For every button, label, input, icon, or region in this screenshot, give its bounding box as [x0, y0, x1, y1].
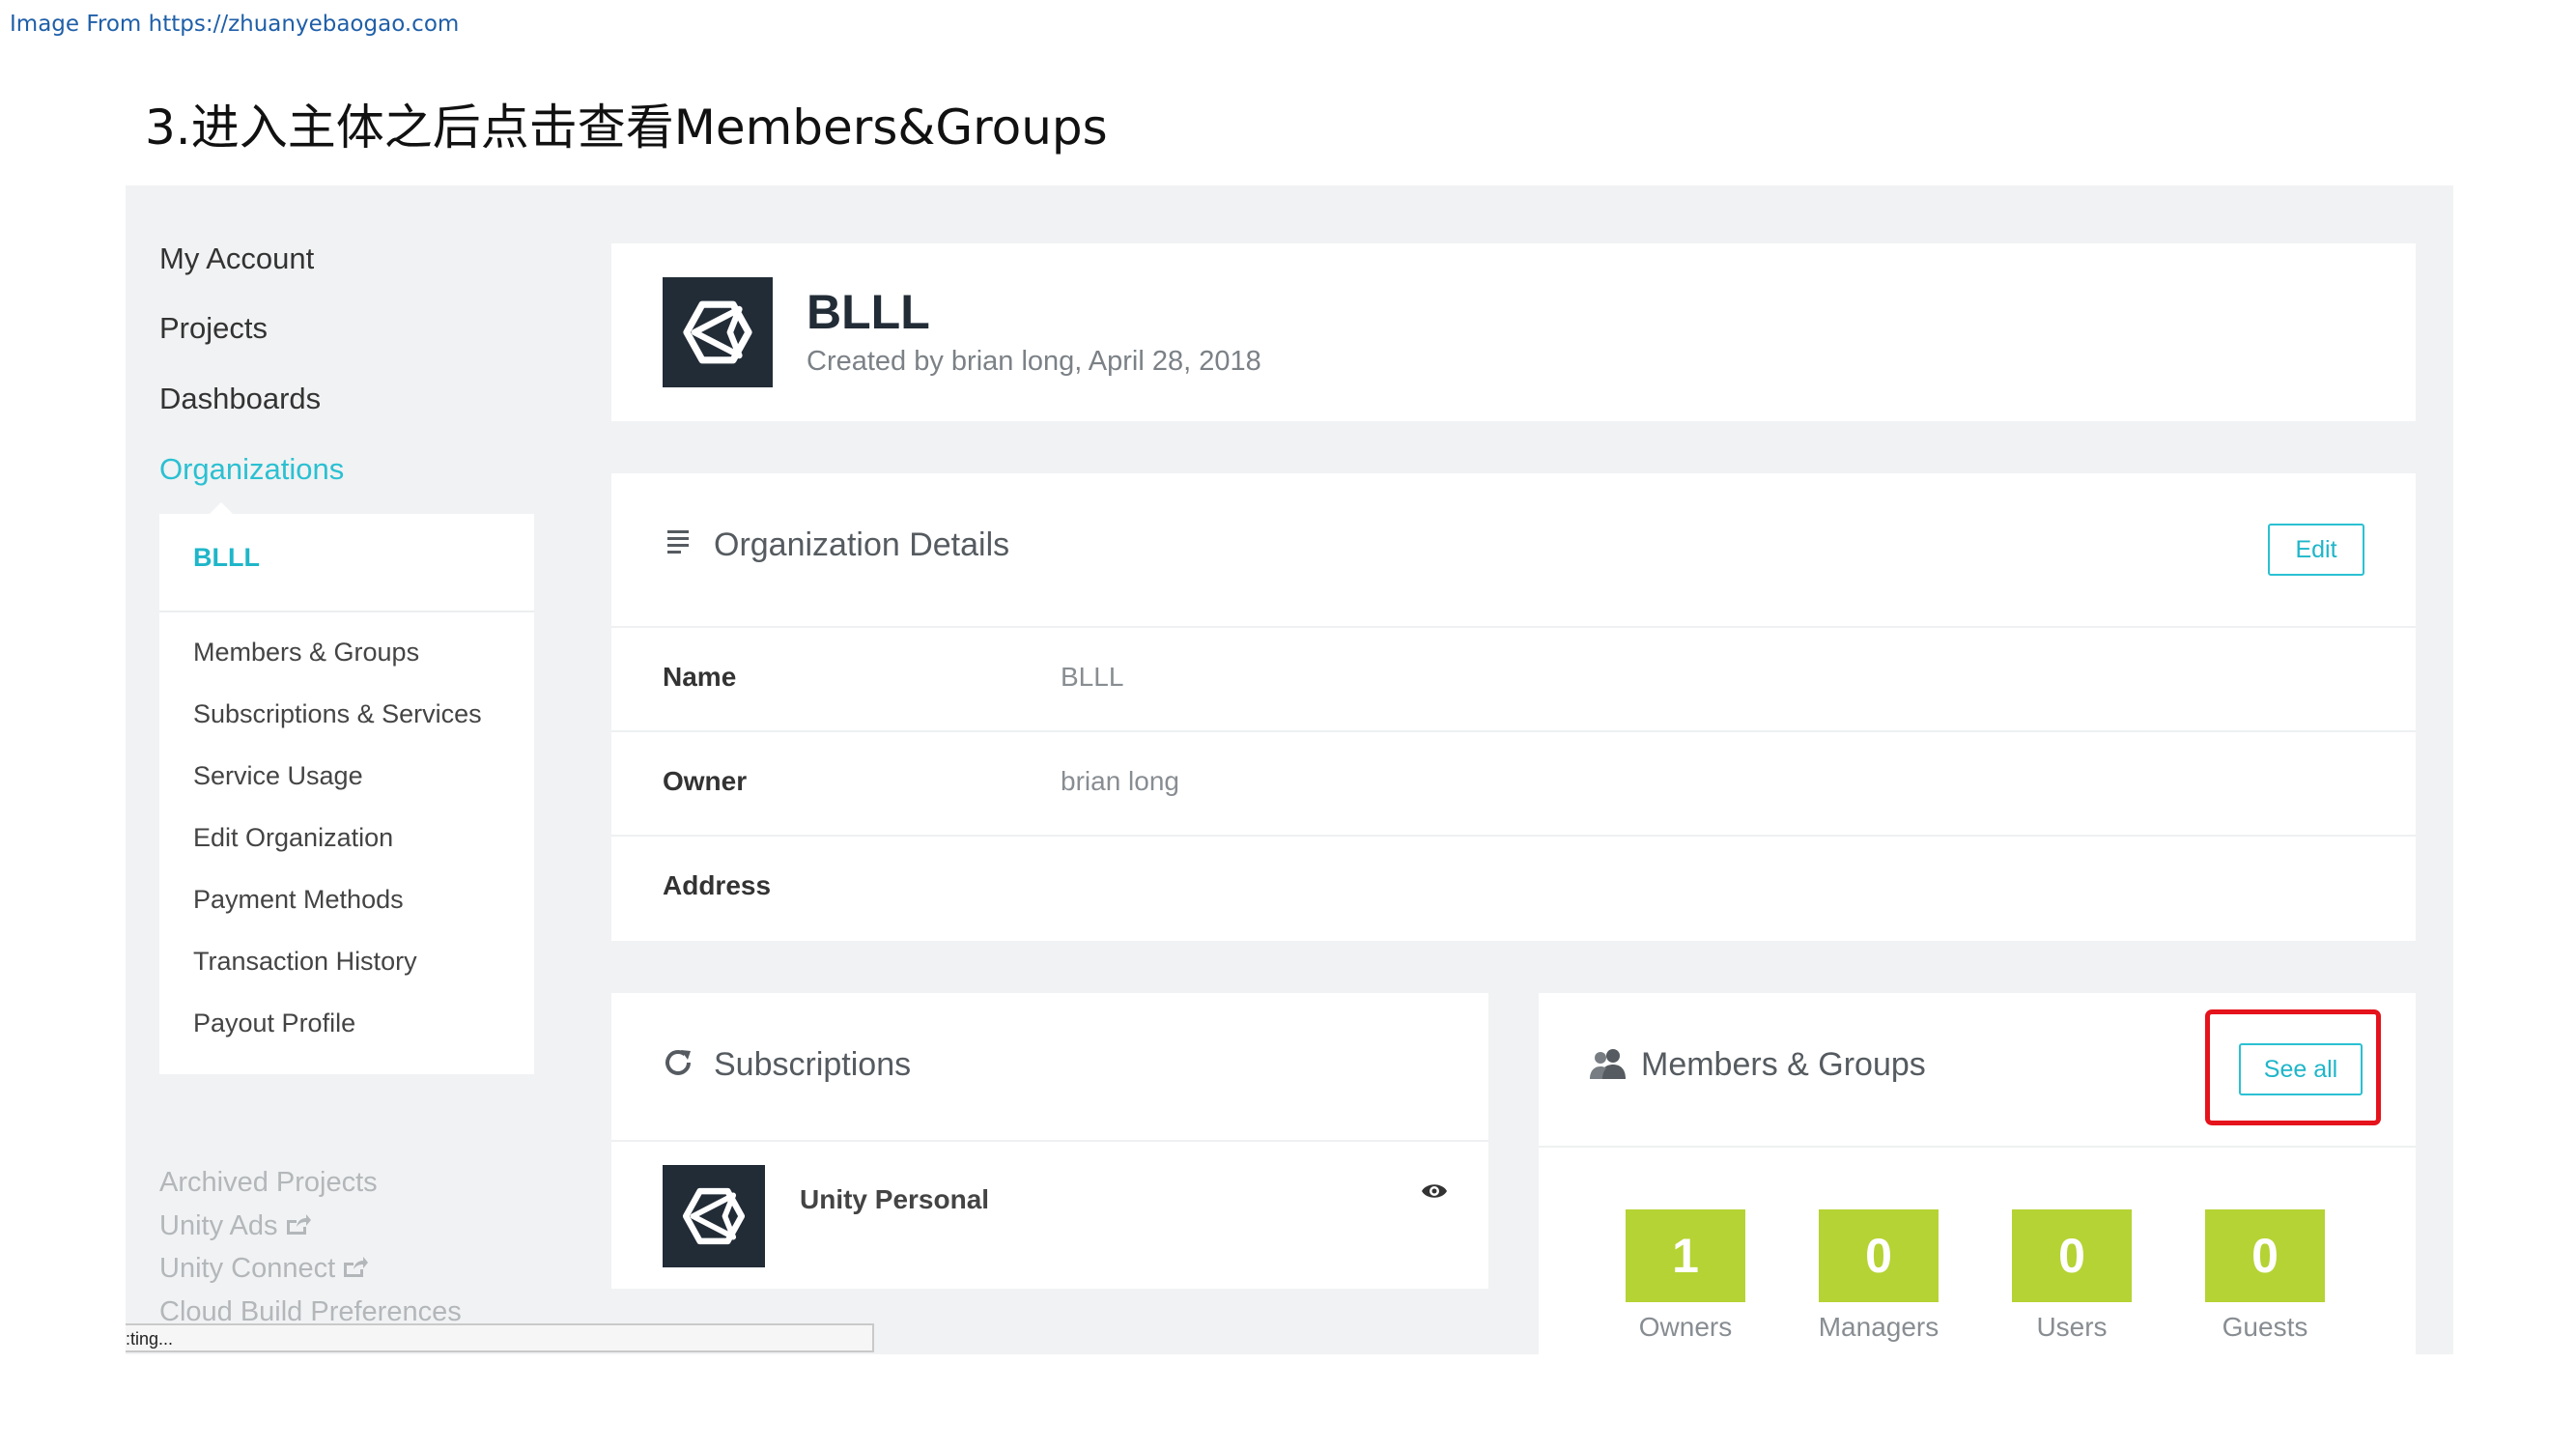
users-icon [1590, 1047, 1627, 1085]
subscription-name: Unity Personal [800, 1184, 990, 1214]
eye-icon[interactable] [1421, 1181, 1448, 1206]
subscriptions-title: Subscriptions [714, 1046, 912, 1083]
highlight-annotation [2205, 1009, 2381, 1125]
submenu-payout-profile[interactable]: Payout Profile [193, 1009, 355, 1038]
name-label: Name [663, 662, 737, 692]
submenu-transaction-history[interactable]: Transaction History [193, 947, 417, 977]
screenshot-frame: My Account Projects Dashboards Organizat… [126, 185, 2453, 1354]
stat-owners: 1 Owners [1626, 1209, 1745, 1343]
stat-managers: 0 Managers [1819, 1209, 1939, 1343]
refresh-icon [663, 1047, 694, 1083]
nav-my-account[interactable]: My Account [159, 242, 314, 276]
divider [1539, 1146, 2416, 1148]
owner-value: brian long [1061, 766, 1179, 796]
external-link-icon [341, 1254, 369, 1286]
link-unity-connect-label: Unity Connect [159, 1253, 336, 1284]
divider [611, 730, 2416, 732]
nav-projects[interactable]: Projects [159, 311, 268, 346]
external-link-icon [284, 1211, 311, 1243]
org-details-card: Organization Details Edit Name BLLL Owne… [611, 473, 2416, 941]
nav-dashboards[interactable]: Dashboards [159, 382, 321, 416]
stat-owners-value: 1 [1626, 1209, 1745, 1302]
divider [159, 611, 534, 612]
edit-button[interactable]: Edit [2268, 524, 2364, 576]
divider [611, 835, 2416, 837]
stat-managers-label: Managers [1818, 1312, 1939, 1342]
link-unity-ads-label: Unity Ads [159, 1210, 278, 1241]
stat-managers-value: 0 [1819, 1209, 1939, 1302]
submenu-members-groups[interactable]: Members & Groups [193, 638, 419, 668]
stat-guests-label: Guests [2222, 1312, 2308, 1342]
org-title: BLLL [807, 285, 930, 339]
org-submenu-title[interactable]: BLLL [193, 543, 260, 573]
submenu-subscriptions-services[interactable]: Subscriptions & Services [193, 699, 482, 729]
owner-label: Owner [663, 766, 748, 796]
org-details-title: Organization Details [714, 526, 1010, 563]
org-header-card: BLLL Created by brian long, April 28, 20… [611, 243, 2416, 421]
divider [611, 626, 2416, 628]
browser-status-bar: :ting... [126, 1323, 874, 1352]
submenu-edit-organization[interactable]: Edit Organization [193, 823, 393, 853]
submenu-pointer [210, 502, 233, 514]
unity-logo-icon [663, 277, 773, 387]
stat-guests: 0 Guests [2205, 1209, 2325, 1343]
source-note: Image From https://zhuanyebaogao.com [10, 12, 460, 37]
stat-owners-label: Owners [1638, 1312, 1733, 1342]
name-value: BLLL [1061, 662, 1124, 692]
nav-organizations[interactable]: Organizations [159, 452, 344, 487]
members-groups-title: Members & Groups [1641, 1046, 1926, 1083]
org-created-by: Created by brian long, April 28, 2018 [807, 346, 1261, 377]
stat-users-label: Users [2036, 1312, 2108, 1342]
address-label: Address [663, 870, 772, 900]
link-unity-ads[interactable]: Unity Ads [159, 1210, 311, 1243]
stat-users-value: 0 [2012, 1209, 2132, 1302]
link-archived-projects[interactable]: Archived Projects [159, 1167, 378, 1199]
submenu-service-usage[interactable]: Service Usage [193, 761, 363, 791]
stat-guests-value: 0 [2205, 1209, 2325, 1302]
stat-users: 0 Users [2012, 1209, 2132, 1343]
org-submenu: BLLL Members & Groups Subscriptions & Se… [159, 514, 534, 1074]
link-unity-connect[interactable]: Unity Connect [159, 1253, 369, 1286]
submenu-payment-methods[interactable]: Payment Methods [193, 885, 404, 915]
step-title: 3.进入主体之后点击查看Members&Groups [145, 99, 1108, 156]
divider [611, 1140, 1488, 1142]
link-archived-projects-label: Archived Projects [159, 1167, 378, 1198]
subscriptions-card: Subscriptions Unity Personal [611, 993, 1488, 1289]
list-icon [667, 529, 693, 559]
unity-logo-icon [663, 1165, 765, 1267]
